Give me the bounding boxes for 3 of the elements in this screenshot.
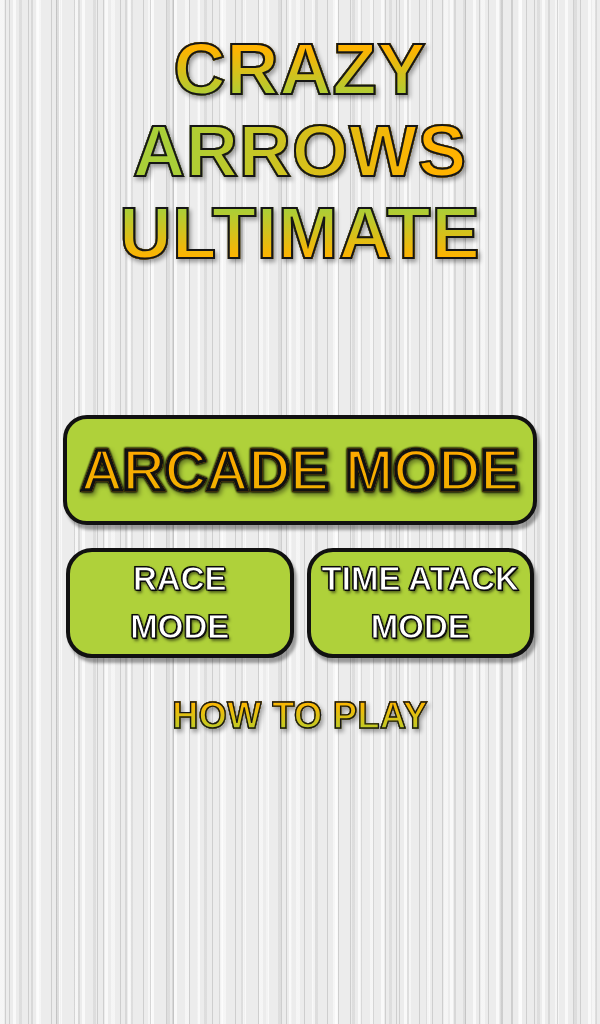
mode-button[interactable]: TIME ATACK MODE [306, 548, 534, 658]
mode-button[interactable]: ARCADE MODE [63, 415, 537, 525]
mode-button[interactable]: RACE MODE [66, 548, 294, 658]
